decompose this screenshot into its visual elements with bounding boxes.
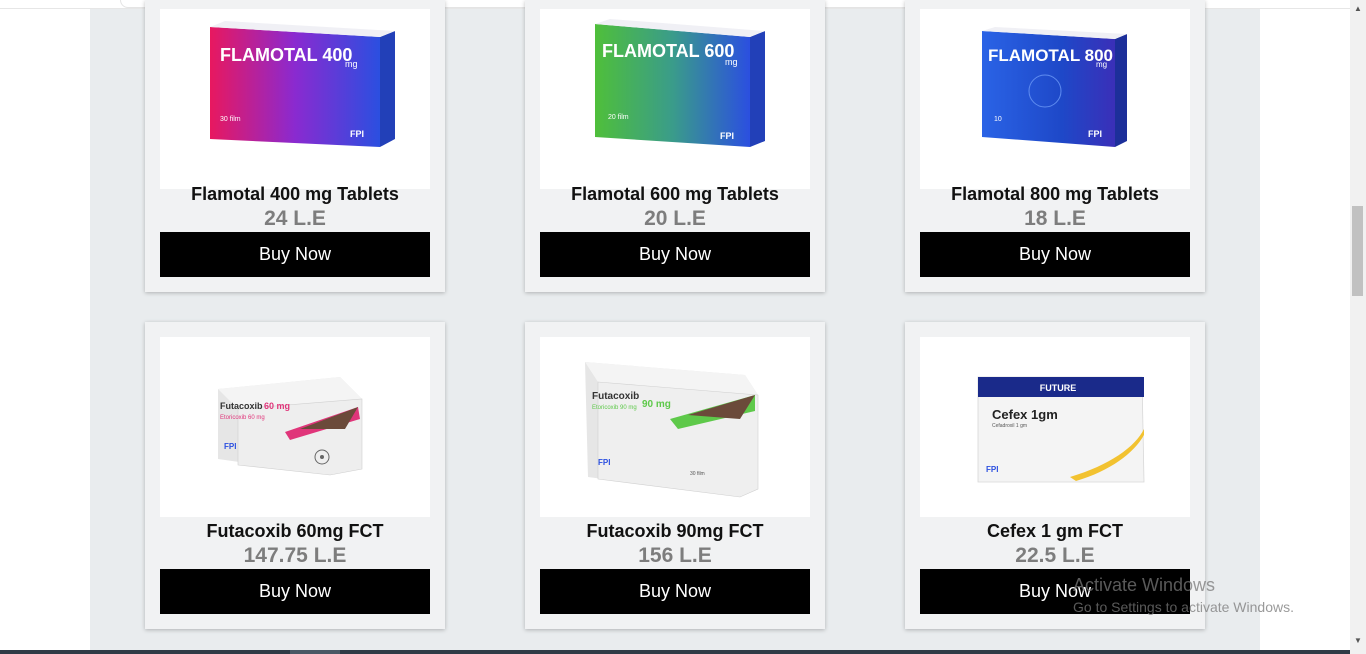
svg-text:FPI: FPI: [350, 129, 364, 139]
product-card: Futacoxib 90 mg Etoricoxib 90 mg FPI 30 …: [525, 322, 825, 629]
svg-text:mg: mg: [345, 59, 358, 69]
svg-text:mg: mg: [1096, 60, 1107, 69]
svg-text:FPI: FPI: [1088, 129, 1102, 139]
svg-text:Futacoxib: Futacoxib: [592, 391, 639, 402]
svg-text:Futacoxib: Futacoxib: [220, 401, 263, 411]
product-image[interactable]: FLAMOTAL 400 mg 30 film FPI: [160, 9, 430, 189]
cefex-box-icon: FUTURE Cefex 1gm Cefadroxil 1 gm FPI: [977, 376, 1145, 483]
buy-now-button[interactable]: Buy Now: [160, 569, 430, 614]
product-name[interactable]: Cefex 1 gm FCT: [905, 521, 1205, 542]
futacoxib-90-box-icon: Futacoxib 90 mg Etoricoxib 90 mg FPI 30 …: [585, 362, 759, 498]
product-price: 156 L.E: [638, 544, 712, 567]
svg-text:Etoricoxib 60 mg: Etoricoxib 60 mg: [220, 415, 265, 421]
svg-text:FPI: FPI: [224, 442, 236, 451]
product-price: 18 L.E: [1024, 207, 1086, 230]
product-card: FLAMOTAL 400 mg 30 film FPI Flamotal 400…: [145, 0, 445, 292]
svg-text:FLAMOTAL 400: FLAMOTAL 400: [220, 45, 352, 65]
svg-text:30 film: 30 film: [690, 471, 705, 477]
product-name[interactable]: Futacoxib 60mg FCT: [145, 521, 445, 542]
buy-now-button[interactable]: Buy Now: [920, 232, 1190, 277]
buy-now-button[interactable]: Buy Now: [920, 569, 1190, 614]
svg-text:60 mg: 60 mg: [264, 401, 290, 411]
product-image[interactable]: Futacoxib 60 mg Etoricoxib 60 mg FPI: [160, 337, 430, 517]
svg-text:FLAMOTAL 600: FLAMOTAL 600: [602, 41, 734, 61]
flamotal-600-box-icon: FLAMOTAL 600 mg 20 film FPI: [595, 19, 765, 147]
svg-text:FLAMOTAL 800: FLAMOTAL 800: [988, 46, 1113, 65]
product-price: 147.75 L.E: [243, 544, 347, 567]
svg-text:Cefex 1gm: Cefex 1gm: [992, 407, 1058, 422]
svg-text:mg: mg: [725, 57, 738, 67]
taskbar-edge: [0, 650, 1350, 654]
scroll-down-icon[interactable]: ▼: [1352, 636, 1364, 646]
product-name[interactable]: Flamotal 800 mg Tablets: [905, 184, 1205, 205]
svg-text:FPI: FPI: [986, 465, 998, 474]
product-image[interactable]: FLAMOTAL 600 mg 20 film FPI: [540, 9, 810, 189]
buy-now-button[interactable]: Buy Now: [540, 569, 810, 614]
product-name[interactable]: Flamotal 400 mg Tablets: [145, 184, 445, 205]
futacoxib-60-box-icon: Futacoxib 60 mg Etoricoxib 60 mg FPI: [218, 377, 363, 476]
product-card: FLAMOTAL 800 mg 10 FPI Flamotal 800 mg T…: [905, 0, 1205, 292]
svg-text:20 film: 20 film: [608, 114, 629, 121]
product-price: 22.5 L.E: [1015, 544, 1095, 567]
product-image[interactable]: FUTURE Cefex 1gm Cefadroxil 1 gm FPI: [920, 337, 1190, 517]
svg-text:90 mg: 90 mg: [642, 399, 671, 410]
svg-text:FPI: FPI: [720, 131, 734, 141]
product-name[interactable]: Futacoxib 90mg FCT: [525, 521, 825, 542]
buy-now-button[interactable]: Buy Now: [160, 232, 430, 277]
svg-text:30 film: 30 film: [220, 116, 241, 123]
svg-text:10: 10: [994, 116, 1002, 123]
scrollbar-thumb[interactable]: [1352, 206, 1363, 296]
buy-now-button[interactable]: Buy Now: [540, 232, 810, 277]
taskbar-segment: [290, 650, 340, 654]
vertical-scrollbar[interactable]: [1350, 0, 1366, 654]
product-price: 20 L.E: [644, 207, 706, 230]
product-card: FUTURE Cefex 1gm Cefadroxil 1 gm FPI Cef…: [905, 322, 1205, 629]
svg-text:Cefadroxil 1 gm: Cefadroxil 1 gm: [992, 423, 1027, 429]
scroll-up-icon[interactable]: ▲: [1352, 4, 1364, 14]
svg-text:FPI: FPI: [598, 458, 610, 467]
flamotal-400-box-icon: FLAMOTAL 400 mg 30 film FPI: [210, 21, 395, 147]
product-name[interactable]: Flamotal 600 mg Tablets: [525, 184, 825, 205]
flamotal-800-box-icon: FLAMOTAL 800 mg 10 FPI: [982, 27, 1127, 147]
svg-text:Etoricoxib 90 mg: Etoricoxib 90 mg: [592, 405, 637, 411]
svg-text:FUTURE: FUTURE: [1040, 383, 1077, 393]
product-price: 24 L.E: [264, 207, 326, 230]
product-card: Futacoxib 60 mg Etoricoxib 60 mg FPI Fut…: [145, 322, 445, 629]
product-image[interactable]: Futacoxib 90 mg Etoricoxib 90 mg FPI 30 …: [540, 337, 810, 517]
product-card: FLAMOTAL 600 mg 20 film FPI Flamotal 600…: [525, 0, 825, 292]
product-image[interactable]: FLAMOTAL 800 mg 10 FPI: [920, 9, 1190, 189]
